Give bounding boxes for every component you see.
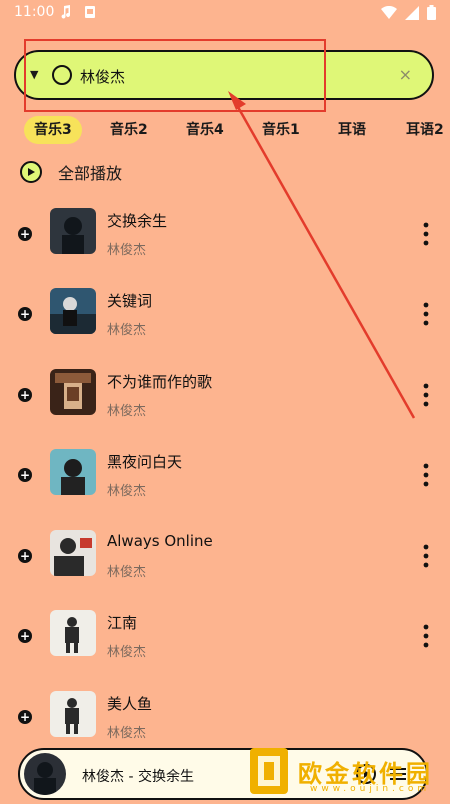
music-note-icon [61, 5, 71, 19]
add-icon[interactable]: + [18, 227, 32, 241]
song-title: 美人鱼 [107, 695, 153, 713]
song-title: 江南 [107, 614, 138, 632]
clear-icon[interactable]: × [399, 65, 412, 84]
song-row[interactable]: + 江南 林俊杰 [0, 602, 450, 672]
tab-music2[interactable]: 音乐2 [100, 116, 158, 144]
song-title: Always Online [107, 532, 213, 550]
play-all-label: 全部播放 [58, 164, 123, 183]
song-artist: 林俊杰 [107, 484, 147, 499]
album-cover [50, 369, 96, 415]
song-artist: 林俊杰 [107, 645, 147, 660]
song-title: 交换余生 [107, 212, 168, 230]
song-title: 关键词 [107, 292, 153, 310]
song-title: 不为谁而作的歌 [107, 373, 213, 391]
tab-music3[interactable]: 音乐3 [24, 116, 82, 144]
status-bar: 11:00 [0, 0, 450, 26]
add-icon[interactable]: + [18, 549, 32, 563]
now-playing-text: 林俊杰 - 交换余生 [82, 769, 194, 785]
more-options-icon[interactable] [418, 222, 434, 246]
wifi-icon [381, 5, 397, 19]
cellular-icon [405, 5, 419, 20]
more-options-icon[interactable] [418, 383, 434, 407]
song-row[interactable]: + Always Online 林俊杰 [0, 522, 450, 592]
more-options-icon[interactable] [418, 624, 434, 648]
song-row[interactable]: + 关键词 林俊杰 [0, 280, 450, 350]
play-icon [20, 161, 42, 183]
song-artist: 林俊杰 [107, 243, 147, 258]
add-icon[interactable]: + [18, 388, 32, 402]
mini-player-cover [24, 753, 66, 795]
tab-music1[interactable]: 音乐1 [252, 116, 310, 144]
album-cover [50, 449, 96, 495]
add-icon[interactable]: + [18, 710, 32, 724]
song-row[interactable]: + 不为谁而作的歌 林俊杰 [0, 361, 450, 431]
play-all-button[interactable]: 全部播放 [20, 158, 122, 186]
battery-icon [427, 5, 436, 20]
add-icon[interactable]: + [18, 307, 32, 321]
song-row[interactable]: + 交换余生 林俊杰 [0, 200, 450, 270]
song-artist: 林俊杰 [107, 404, 147, 419]
album-cover [50, 691, 96, 737]
more-options-icon[interactable] [418, 463, 434, 487]
song-title: 黑夜问白天 [107, 453, 183, 471]
more-options-icon[interactable] [418, 544, 434, 568]
more-options-icon[interactable] [418, 302, 434, 326]
song-artist: 林俊杰 [107, 726, 147, 741]
song-artist: 林俊杰 [107, 565, 147, 580]
status-time: 11:00 [14, 4, 55, 20]
song-artist: 林俊杰 [107, 323, 147, 338]
annotation-highlight-box [24, 39, 326, 112]
gallery-icon [85, 6, 95, 18]
song-row[interactable]: + 黑夜问白天 林俊杰 [0, 441, 450, 511]
add-icon[interactable]: + [18, 468, 32, 482]
album-cover [50, 530, 96, 576]
tab-whisper2[interactable]: 耳语2 [396, 116, 450, 144]
watermark-url: www.oujin.com [310, 784, 431, 794]
category-tabs: 音乐3 音乐2 音乐4 音乐1 耳语 耳语2 [0, 116, 450, 146]
album-cover [50, 610, 96, 656]
tab-music4[interactable]: 音乐4 [176, 116, 234, 144]
add-icon[interactable]: + [18, 629, 32, 643]
album-cover [50, 288, 96, 334]
tab-whisper[interactable]: 耳语 [328, 116, 376, 144]
album-cover [50, 208, 96, 254]
watermark-logo: 欧金软件园 www.oujin.com [248, 742, 448, 800]
